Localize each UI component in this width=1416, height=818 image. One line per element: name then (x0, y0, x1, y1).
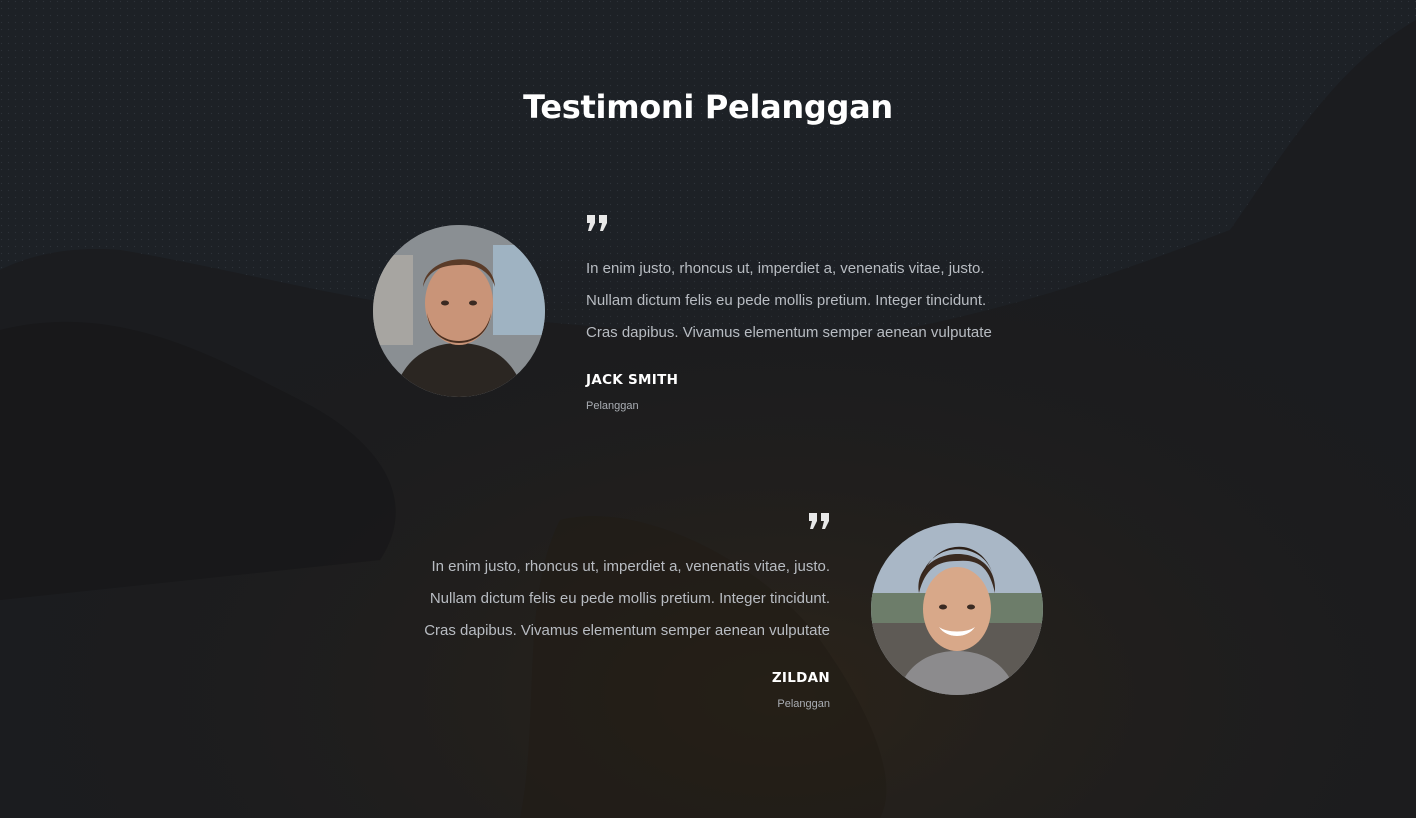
quote-line: In enim justo, rhoncus ut, imperdiet a, … (431, 558, 830, 575)
smiling-young-man-avatar (871, 523, 1043, 695)
testimonial-quote: In enim justo, rhoncus ut, imperdiet a, … (424, 551, 830, 647)
testimonial-card: In enim justo, rhoncus ut, imperdiet a, … (0, 0, 1416, 818)
quote-line: Nullam dictum felis eu pede mollis preti… (429, 590, 830, 607)
quote-icon (808, 511, 832, 531)
author-role: Pelanggan (777, 698, 830, 710)
author-name: ZILDAN (771, 670, 830, 686)
quote-line: Cras dapibus. Vivamus elementum semper a… (424, 622, 830, 639)
